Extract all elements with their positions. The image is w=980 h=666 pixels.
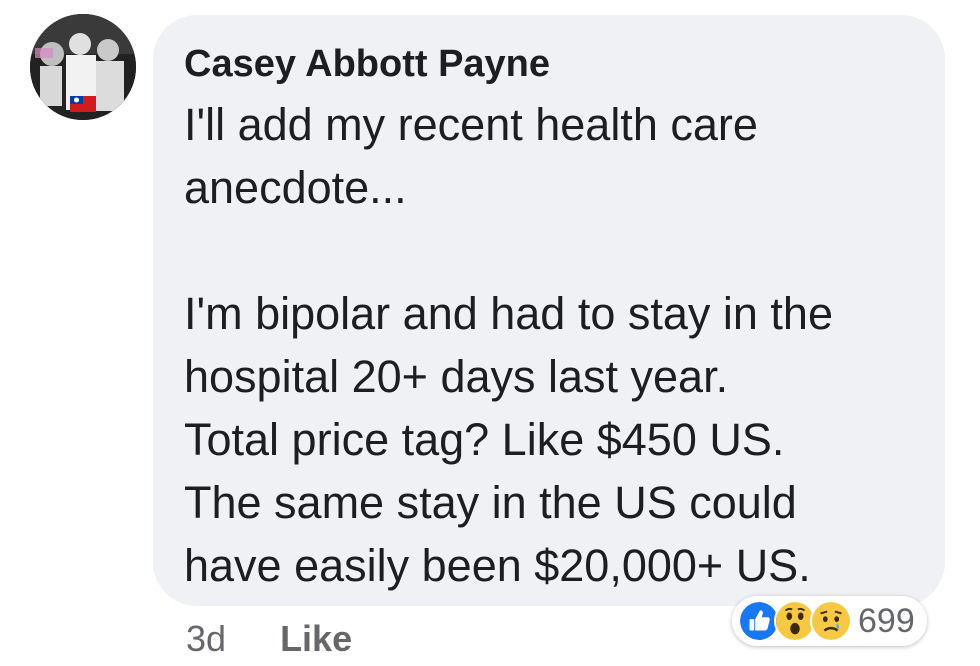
comment-line: have easily been $20,000+ US. [184,540,811,591]
like-button[interactable]: Like [280,618,352,659]
reactions-summary[interactable]: 699 [732,596,927,646]
comment-line: I'm bipolar and had to stay in the [184,288,833,339]
reaction-count: 699 [858,602,915,640]
comment-bubble: Casey Abbott Payne I'll add my recent he… [153,15,945,606]
comment-author[interactable]: Casey Abbott Payne [184,41,915,87]
comment-line: hospital 20+ days last year. [184,351,729,402]
comment-line [184,219,915,282]
comment-line: anecdote... [184,162,407,213]
avatar-photo [30,14,136,120]
sad-reaction-icon [810,600,852,642]
comment-line: The same stay in the US could [184,477,797,528]
comment-text: I'll add my recent health care anecdote.… [184,93,915,597]
comment-meta: 3d Like [186,615,352,663]
comment-line: Total price tag? Like $450 US. [184,414,785,465]
comment-timestamp[interactable]: 3d [186,618,226,659]
comment-line: I'll add my recent health care [184,99,758,150]
avatar[interactable] [30,14,136,120]
